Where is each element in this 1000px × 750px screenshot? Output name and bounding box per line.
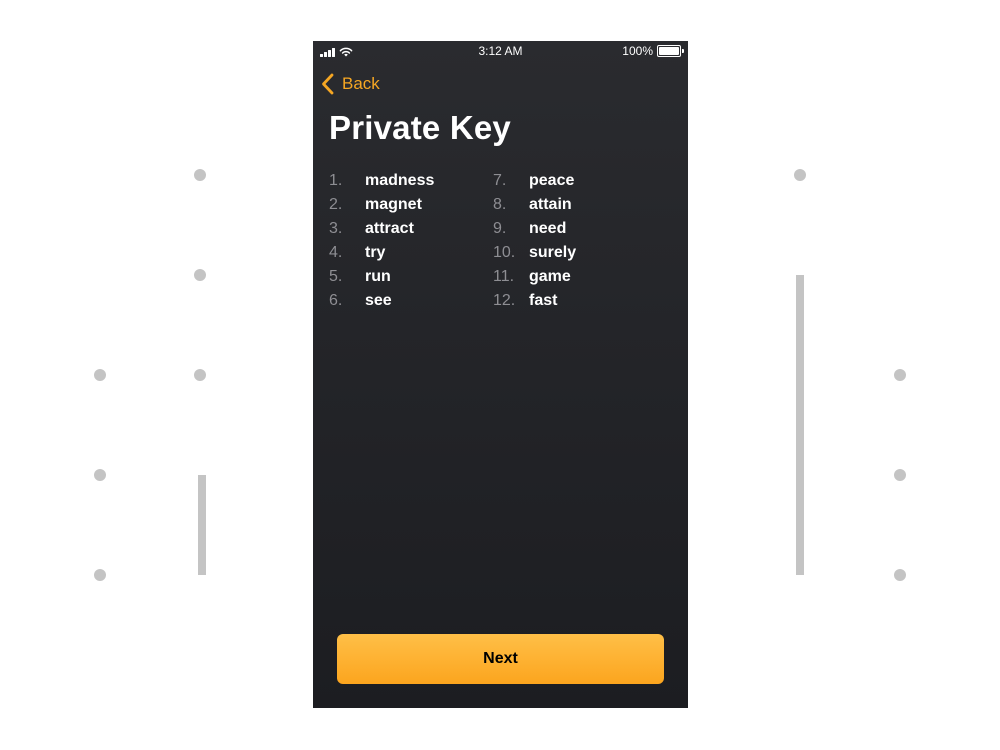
word-text: try xyxy=(365,244,386,261)
decor-dot xyxy=(194,369,206,381)
decor-dot xyxy=(794,169,806,181)
word-number: 4. xyxy=(329,244,343,261)
word-number: 10. xyxy=(493,244,516,261)
word-item: 2. magnet xyxy=(329,193,493,217)
word-item: 8. attain xyxy=(493,193,657,217)
word-column-left: 1. madness 2. magnet 3. attract 4. try 5… xyxy=(329,169,493,313)
word-text: game xyxy=(529,268,571,285)
status-bar: 3:12 AM 100% xyxy=(313,41,688,61)
word-item: 4. try xyxy=(329,241,493,265)
back-button[interactable]: Back xyxy=(321,71,380,97)
word-text: attract xyxy=(365,220,414,237)
word-number: 7. xyxy=(493,172,507,189)
battery-percent: 100% xyxy=(622,44,653,58)
word-item: 12. fast xyxy=(493,289,657,313)
word-text: magnet xyxy=(365,196,422,213)
decor-dot xyxy=(94,369,106,381)
word-text: fast xyxy=(529,292,558,309)
word-item: 7. peace xyxy=(493,169,657,193)
word-number: 8. xyxy=(493,196,507,213)
page-title: Private Key xyxy=(329,109,511,146)
recovery-word-list: 1. madness 2. magnet 3. attract 4. try 5… xyxy=(329,169,659,319)
word-number: 5. xyxy=(329,268,343,285)
word-item: 6. see xyxy=(329,289,493,313)
chevron-left-icon xyxy=(322,73,334,95)
decor-dot xyxy=(894,469,906,481)
word-item: 1. madness xyxy=(329,169,493,193)
word-column-right: 7. peace 8. attain 9. need 10. surely 11… xyxy=(493,169,657,313)
word-text: attain xyxy=(529,196,572,213)
battery-level xyxy=(659,47,679,55)
word-text: peace xyxy=(529,172,575,189)
word-item: 11. game xyxy=(493,265,657,289)
word-number: 9. xyxy=(493,220,507,237)
phone-screen: 3:12 AM 100% Back Private Key 1. madness… xyxy=(313,41,688,708)
decor-dot xyxy=(894,369,906,381)
word-item: 10. surely xyxy=(493,241,657,265)
word-number: 3. xyxy=(329,220,343,237)
next-button[interactable]: Next xyxy=(337,634,664,684)
word-text: madness xyxy=(365,172,435,189)
word-item: 3. attract xyxy=(329,217,493,241)
decor-bar xyxy=(796,275,804,575)
word-text: run xyxy=(365,268,391,285)
word-number: 6. xyxy=(329,292,343,309)
word-number: 12. xyxy=(493,292,516,309)
battery-status: 100% xyxy=(622,44,684,58)
word-text: surely xyxy=(529,244,577,261)
word-item: 5. run xyxy=(329,265,493,289)
word-text: see xyxy=(365,292,392,309)
word-number: 11. xyxy=(493,268,515,285)
battery-icon xyxy=(657,45,684,57)
word-number: 1. xyxy=(329,172,343,189)
decor-dot xyxy=(94,469,106,481)
back-label: Back xyxy=(342,74,380,93)
decor-bar xyxy=(198,475,206,575)
word-item: 9. need xyxy=(493,217,657,241)
decor-dot xyxy=(894,569,906,581)
decor-dot xyxy=(94,569,106,581)
word-number: 2. xyxy=(329,196,343,213)
decor-dot xyxy=(194,169,206,181)
decor-dot xyxy=(194,269,206,281)
word-text: need xyxy=(529,220,567,237)
